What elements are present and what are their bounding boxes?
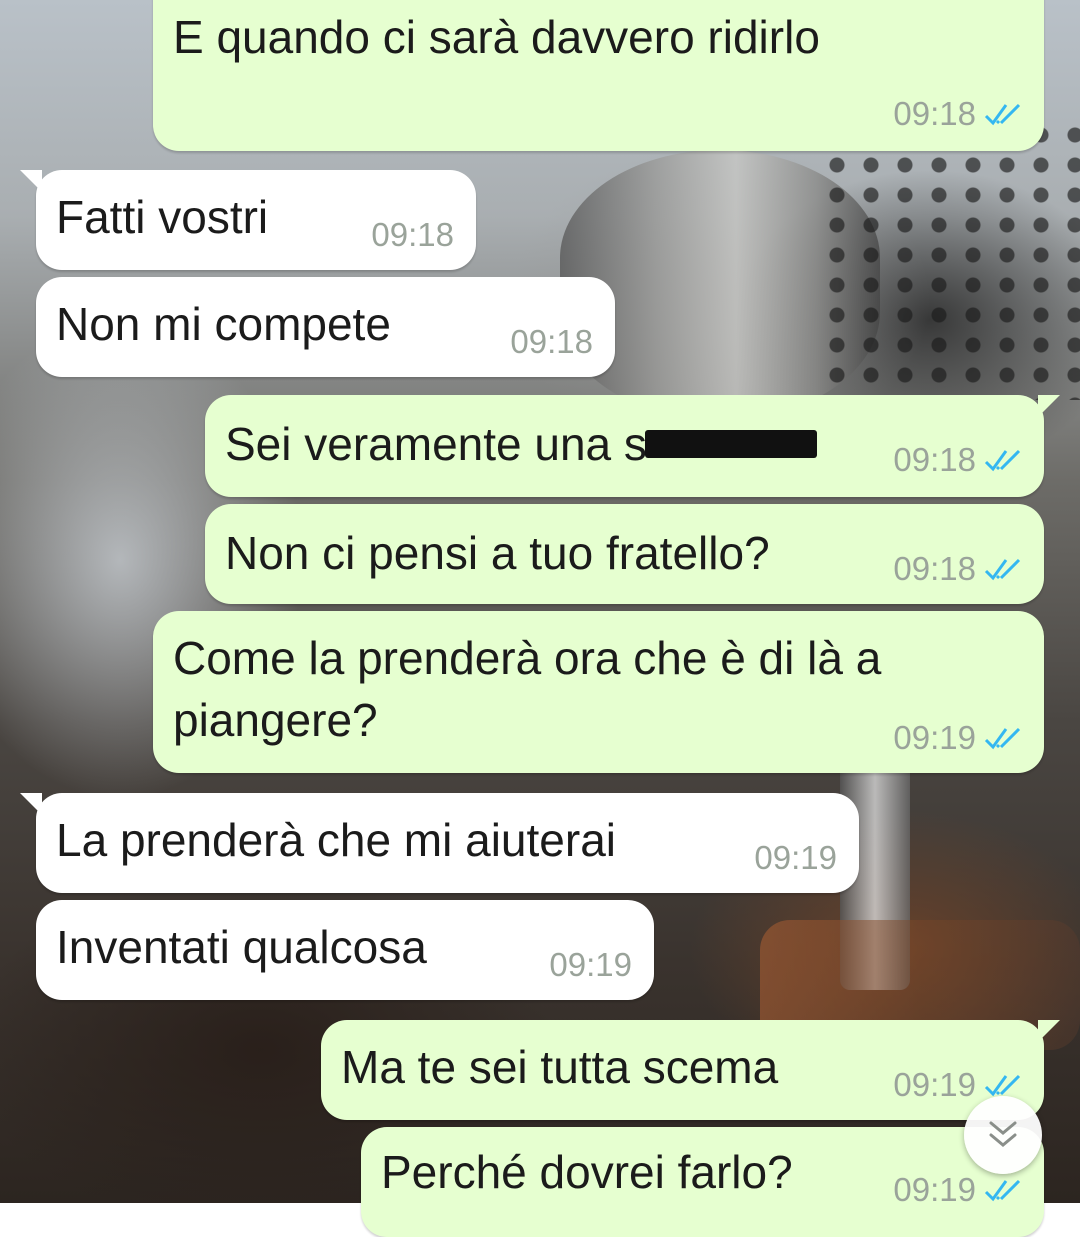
- message-time: 09:18: [510, 323, 593, 360]
- message-bubble-incoming[interactable]: Fatti vostri 09:18: [20, 170, 476, 270]
- bubble-tail: [20, 793, 42, 815]
- message-text: E quando ci sarà davvero ridirlo: [173, 11, 820, 63]
- message-text: La prenderà che mi aiuterai: [56, 814, 616, 866]
- message-text: Non ci pensi a tuo fratello?: [225, 527, 770, 579]
- message-bubble-incoming[interactable]: Inventati qualcosa 09:19: [36, 900, 654, 1000]
- message-time: 09:19: [893, 1171, 976, 1208]
- message-bubble-outgoing[interactable]: Ma te sei tutta scema 09:19: [321, 1020, 1060, 1120]
- bubble-tail: [20, 170, 42, 192]
- message-text: Perché dovrei farlo?: [381, 1146, 793, 1198]
- redaction-bar: [644, 429, 817, 458]
- message-bubble-outgoing[interactable]: Perché dovrei farlo? 09:19: [361, 1127, 1044, 1237]
- message-bubble-outgoing[interactable]: Sei veramente una s 09:18: [205, 395, 1060, 497]
- double-check-read-icon: [984, 449, 1021, 472]
- message-time: 09:19: [754, 839, 837, 876]
- message-text: Sei veramente una s: [225, 413, 817, 475]
- message-bubble-incoming[interactable]: Non mi compete 09:18: [36, 277, 615, 377]
- double-check-read-icon: [984, 103, 1021, 126]
- message-time: 09:18: [893, 441, 976, 478]
- double-chevron-down-icon: [989, 1121, 1017, 1147]
- double-check-read-icon: [984, 727, 1021, 750]
- message-text: Non mi compete: [56, 298, 391, 350]
- message-text: Inventati qualcosa: [56, 921, 427, 973]
- message-time: 09:19: [893, 719, 976, 756]
- message-time: 09:18: [371, 216, 454, 253]
- message-text-visible: Sei veramente una s: [225, 418, 647, 470]
- message-bubble-outgoing[interactable]: Non ci pensi a tuo fratello? 09:18: [205, 504, 1044, 604]
- double-check-read-icon: [984, 558, 1021, 581]
- scroll-to-bottom-button[interactable]: [964, 1096, 1042, 1174]
- double-check-read-icon: [984, 1074, 1021, 1097]
- message-text-line-2: piangere?: [173, 694, 378, 746]
- message-time: 09:19: [893, 1066, 976, 1103]
- message-text-line-1: Come la prenderà ora che è di là a: [173, 632, 882, 684]
- message-bubble-outgoing[interactable]: E quando ci sarà davvero ridirlo 09:18: [153, 0, 1044, 151]
- message-bubble-outgoing[interactable]: Come la prenderà ora che è di là a piang…: [153, 611, 1044, 773]
- message-time: 09:18: [893, 95, 976, 132]
- bubble-tail: [1038, 395, 1060, 417]
- message-bubble-incoming[interactable]: La prenderà che mi aiuterai 09:19: [20, 793, 859, 893]
- message-time: 09:19: [549, 946, 632, 983]
- double-check-read-icon: [984, 1179, 1021, 1202]
- message-text: Fatti vostri: [56, 191, 269, 243]
- message-time: 09:18: [893, 550, 976, 587]
- bubble-tail: [1038, 1020, 1060, 1042]
- message-text: Ma te sei tutta scema: [341, 1041, 779, 1093]
- wallpaper-rivets: [820, 120, 1080, 400]
